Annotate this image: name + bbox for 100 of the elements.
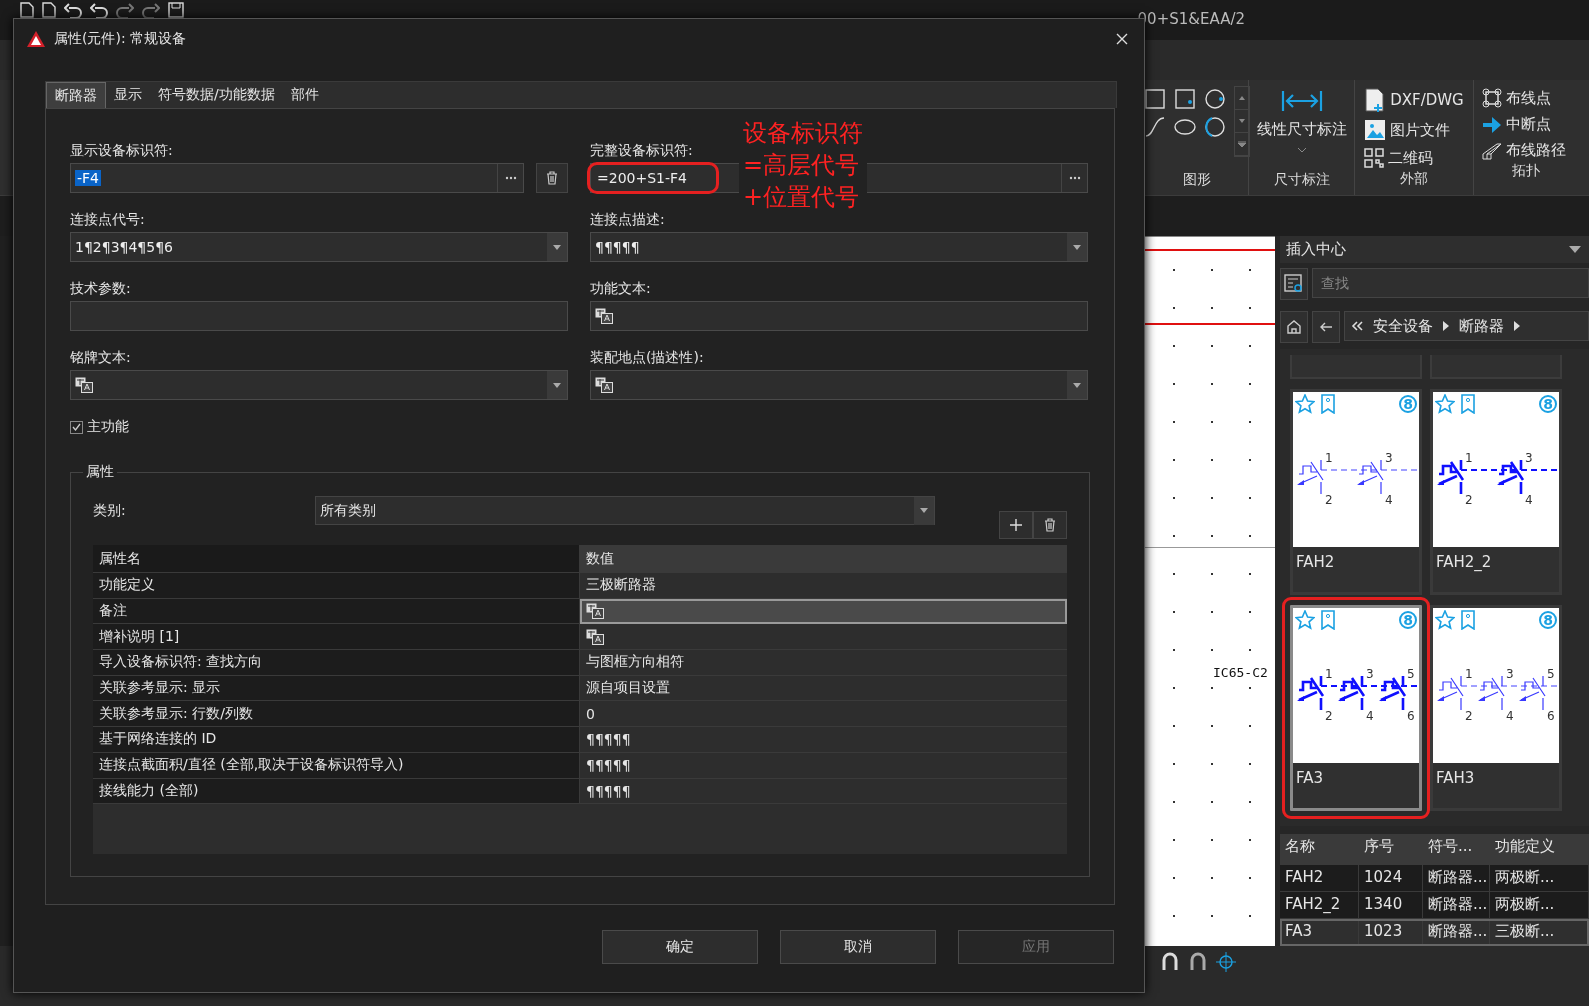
breadcrumb-item[interactable]: 安全设备 <box>1373 316 1433 336</box>
symbol-tile[interactable]: 8 1 2 3 4 5 6 FAH3 <box>1430 605 1562 811</box>
checkbox-label: 主功能 <box>87 418 129 436</box>
dropdown-field[interactable]: 所有类别 <box>315 496 935 525</box>
caret-icon <box>553 382 561 388</box>
table-row[interactable]: FA3 1023 断路器... 三极断... <box>1280 919 1589 946</box>
dropdown-button[interactable] <box>1067 371 1087 399</box>
column-header[interactable]: 属性名 <box>93 545 580 573</box>
field-label: 显示设备标识符: <box>70 141 173 159</box>
symbol-tile[interactable]: 8 1 2 3 4 FAH2 <box>1290 389 1422 595</box>
table-cell: 断路器... <box>1423 865 1490 891</box>
tile-label: FAH2 <box>1295 552 1336 573</box>
dropdown-button[interactable] <box>1067 233 1087 261</box>
table-cell: 两极断... <box>1490 865 1589 891</box>
redo-icon <box>142 2 160 18</box>
group-caption: 图形 <box>1182 171 1211 189</box>
translate-icon <box>586 603 604 620</box>
tab[interactable]: 断路器 <box>46 82 106 108</box>
back-button[interactable] <box>1312 311 1340 343</box>
table-row[interactable]: FAH2 1024 断路器... 两极断... <box>1280 865 1589 892</box>
table-cell: 断路器... <box>1423 892 1490 918</box>
window-title: 00+S1&EAA/2 <box>1137 9 1245 28</box>
ribbon-item[interactable]: DXF/DWG <box>1390 91 1464 109</box>
home-icon <box>1286 319 1302 335</box>
dialog-button[interactable]: 确定 <box>602 930 758 964</box>
translate-icon <box>75 377 93 393</box>
search-field[interactable]: 查找 <box>1312 268 1589 298</box>
tile-label: FAH2_2 <box>1435 552 1493 573</box>
column-header[interactable]: 序号 <box>1359 834 1423 864</box>
star-icon <box>1435 610 1455 630</box>
circle-icon <box>1203 88 1226 110</box>
drawing-canvas[interactable]: IC65-C2 <box>1145 236 1275 946</box>
delete-button[interactable] <box>1033 511 1067 539</box>
caret-icon <box>1073 382 1081 388</box>
table-cell[interactable] <box>580 598 1067 625</box>
magnet-icon <box>1188 952 1208 972</box>
table-cell: FAH2 <box>1280 865 1359 891</box>
triangle-icon <box>1443 321 1449 331</box>
rectangle-icon <box>1173 88 1196 110</box>
table-cell: 关联参考显示: 显示 <box>93 675 580 702</box>
ribbon-item[interactable]: 图片文件 <box>1390 120 1451 140</box>
tab[interactable]: 部件 <box>282 82 327 108</box>
up-icon <box>1238 96 1245 100</box>
column-header[interactable]: 符号... <box>1423 834 1490 864</box>
ellipse-icon <box>1173 116 1196 138</box>
count-badge: 8 <box>1539 395 1557 413</box>
column-header[interactable]: 数值 <box>580 545 1067 573</box>
dropdown-field[interactable]: 1¶2¶3¶4¶5¶6 <box>70 232 568 262</box>
tile-label: FAH3 <box>1435 768 1476 789</box>
translate-icon <box>595 308 613 324</box>
save-icon <box>168 2 184 18</box>
dropdown-field[interactable]: ¶¶¶¶¶ <box>590 232 1088 262</box>
filter-button[interactable] <box>1280 268 1308 300</box>
input-field[interactable]: -F4 <box>70 163 524 193</box>
expand-icon <box>1237 141 1246 147</box>
more-icon <box>1068 176 1081 180</box>
dropdown-button[interactable] <box>547 371 567 399</box>
breaker-symbol-drawing: 1 2 3 4 <box>1297 451 1419 507</box>
input-field[interactable] <box>590 301 1088 331</box>
dropdown-button[interactable] <box>914 496 934 525</box>
caret-icon <box>553 244 561 250</box>
chevrons-icon <box>1351 321 1363 331</box>
panel-title: 插入中心 <box>1286 240 1346 259</box>
dropdown-field[interactable] <box>70 370 568 400</box>
rail-icon <box>1482 141 1502 160</box>
symbol-tile[interactable]: 8 1 2 3 4 FAH2_2 <box>1430 389 1562 595</box>
ribbon-item[interactable]: 布线路径 <box>1506 141 1566 160</box>
bookmark-icon <box>1321 394 1335 414</box>
check-icon <box>72 423 81 431</box>
add-button[interactable] <box>999 511 1033 539</box>
tab[interactable]: 显示 <box>106 82 150 108</box>
dimension-button[interactable]: 线性尺寸标注 <box>1256 120 1347 139</box>
group-caption: 拓扑 <box>1511 162 1540 180</box>
device-label: IC65-C2 <box>1213 665 1268 680</box>
table-row[interactable]: FAH2_2 1340 断路器... 两极断... <box>1280 892 1589 919</box>
delete-button[interactable] <box>536 163 568 193</box>
table-cell: 两极断... <box>1490 892 1589 918</box>
ribbon-item[interactable]: 中断点 <box>1506 115 1551 134</box>
more-icon <box>504 176 517 180</box>
dropdown-button[interactable] <box>547 233 567 261</box>
redo-icon <box>116 2 134 18</box>
field-label: 连接点代号: <box>70 210 145 228</box>
home-button[interactable] <box>1280 311 1308 343</box>
input-field[interactable] <box>70 301 568 331</box>
table-cell: 接线能力 (全部) <box>93 778 580 805</box>
table-cell: 导入设备标识符: 查找方向 <box>93 650 580 676</box>
caret-icon <box>1073 244 1081 250</box>
star-icon <box>1295 394 1315 414</box>
caret-icon <box>920 508 928 513</box>
column-header[interactable]: 功能定义 <box>1490 834 1589 864</box>
checkbox[interactable] <box>70 420 83 434</box>
dropdown-field[interactable] <box>590 370 1088 400</box>
ribbon-item[interactable]: 布线点 <box>1506 88 1551 108</box>
column-header[interactable]: 名称 <box>1280 834 1359 864</box>
dialog-button[interactable]: 取消 <box>780 930 936 964</box>
field-label: 类别: <box>93 501 127 520</box>
table-cell: 断路器... <box>1423 919 1490 945</box>
breadcrumb-item[interactable]: 断路器 <box>1459 316 1504 336</box>
tab[interactable]: 符号数据/功能数据 <box>150 82 283 108</box>
ribbon-item[interactable]: 二维码 <box>1388 148 1434 168</box>
